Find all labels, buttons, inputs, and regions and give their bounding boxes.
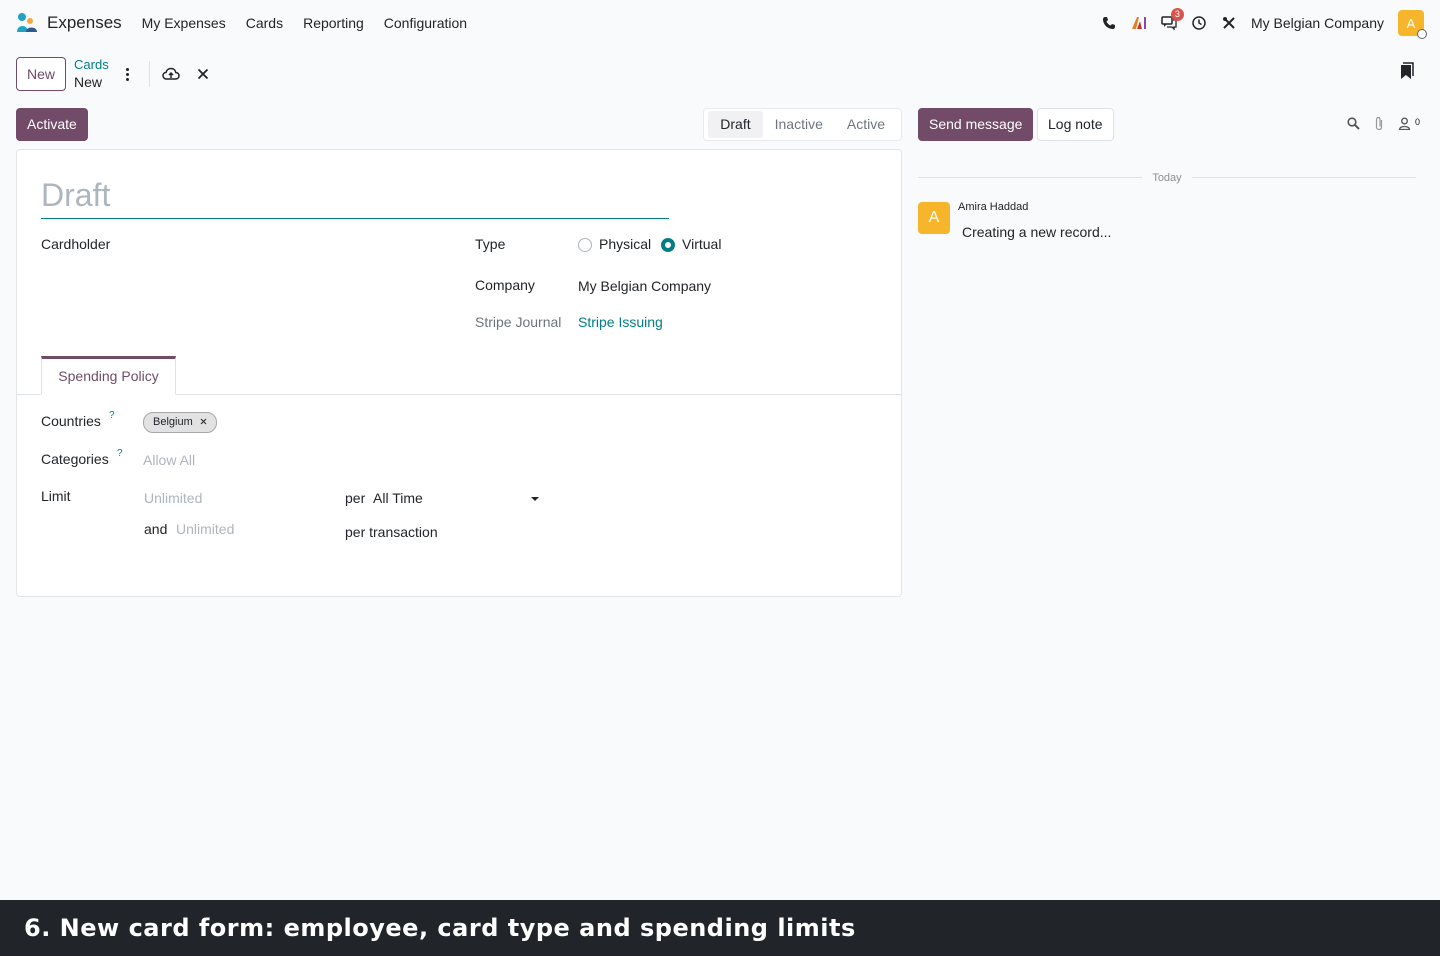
tutorial-caption: 6. New card form: employee, card type an… [0, 900, 1440, 956]
per-transaction-label: per transaction [345, 524, 438, 540]
categories-help-icon[interactable]: ? [117, 448, 123, 459]
status-steps: Draft Inactive Active [703, 108, 902, 141]
message-author[interactable]: Amira Haddad [958, 201, 1028, 213]
status-step-inactive[interactable]: Inactive [763, 111, 835, 138]
clock-icon[interactable] [1191, 15, 1207, 31]
send-message-button[interactable]: Send message [918, 108, 1034, 141]
nav-cards[interactable]: Cards [246, 15, 283, 31]
nav-reporting[interactable]: Reporting [303, 15, 364, 31]
limit-period-select[interactable]: All Time [373, 490, 423, 506]
ai-icon[interactable] [1131, 15, 1147, 31]
app-name[interactable]: Expenses [47, 13, 122, 33]
breadcrumb-current: New [74, 74, 103, 90]
company-label: Company [475, 277, 535, 293]
messages-icon[interactable]: 3 [1161, 8, 1184, 31]
user-icon [1398, 117, 1411, 131]
date-separator-label: Today [1152, 172, 1182, 184]
activate-button[interactable]: Activate [16, 108, 88, 141]
followers-button[interactable]: 0 [1398, 117, 1420, 133]
date-separator: Today [918, 170, 1416, 186]
status-step-active[interactable]: Active [835, 111, 897, 138]
actions-menu-icon[interactable] [123, 67, 133, 81]
stripe-journal-label: Stripe Journal [475, 314, 562, 330]
divider [148, 61, 150, 87]
company-field[interactable]: My Belgian Company [578, 278, 711, 294]
tag-remove-icon[interactable] [200, 413, 207, 432]
categories-label: Categories [41, 451, 109, 467]
chevron-down-icon[interactable] [531, 497, 539, 501]
chatter-icons: 0 [1347, 116, 1420, 134]
company-switcher[interactable]: My Belgian Company [1251, 15, 1384, 31]
log-note-button[interactable]: Log note [1037, 108, 1114, 141]
expenses-app-icon[interactable] [16, 12, 38, 34]
message-body: Creating a new record... [962, 224, 1112, 240]
type-physical-radio[interactable] [578, 238, 592, 252]
countries-label: Countries [41, 413, 101, 429]
cardholder-label: Cardholder [41, 236, 111, 252]
notebook-tabs: Spending Policy [17, 356, 901, 395]
card-name-input[interactable]: Draft [41, 174, 669, 219]
chatter-topbar: Send message Log note 0 [918, 108, 1424, 142]
control-panel: New Cards New [16, 56, 226, 92]
countries-help-icon[interactable]: ? [109, 410, 115, 421]
messages-badge: 3 [1170, 8, 1184, 21]
stripe-journal-link[interactable]: Stripe Issuing [578, 314, 663, 330]
limit-input[interactable]: Unlimited [144, 490, 202, 506]
form-statusbar: Activate Draft Inactive Active [16, 108, 902, 142]
breadcrumb-cards-link[interactable]: Cards [74, 57, 109, 73]
breadcrumb: Cards New [74, 57, 109, 91]
categories-input[interactable]: Allow All [143, 452, 195, 468]
type-label: Type [475, 236, 506, 252]
nav-configuration[interactable]: Configuration [384, 15, 467, 31]
tab-spending-policy[interactable]: Spending Policy [41, 356, 176, 395]
bookmark-icon[interactable] [1400, 62, 1414, 83]
systray: 3 My Belgian Company A [1101, 0, 1427, 46]
status-step-draft[interactable]: Draft [708, 111, 763, 138]
presence-status-icon [1417, 29, 1427, 39]
followers-count: 0 [1414, 117, 1420, 127]
and-label: and [144, 521, 168, 537]
message-author-avatar[interactable]: A [918, 202, 950, 234]
phone-icon[interactable] [1101, 15, 1117, 31]
country-tag[interactable]: Belgium [143, 412, 217, 433]
type-virtual-label[interactable]: Virtual [682, 236, 721, 252]
nav-my-expenses[interactable]: My Expenses [142, 15, 226, 31]
per-label: per [345, 490, 366, 506]
transaction-limit-input[interactable]: Unlimited [176, 521, 234, 537]
type-physical-label[interactable]: Physical [599, 236, 651, 252]
user-avatar[interactable]: A [1398, 10, 1427, 39]
type-virtual-radio[interactable] [661, 238, 675, 252]
paperclip-icon[interactable] [1374, 116, 1384, 134]
country-tag-label: Belgium [153, 416, 193, 428]
user-avatar-letter: A [1406, 15, 1416, 31]
save-cloud-icon[interactable] [161, 65, 180, 83]
new-button[interactable]: New [16, 57, 67, 91]
search-icon[interactable] [1347, 117, 1360, 133]
tools-icon[interactable] [1221, 15, 1237, 31]
top-navbar: Expenses My Expenses Cards Reporting Con… [0, 0, 1440, 46]
limit-label: Limit [41, 488, 71, 504]
form-sheet: Draft Cardholder Type Physical Virtual C… [16, 149, 902, 597]
discard-close-icon[interactable] [194, 65, 212, 83]
